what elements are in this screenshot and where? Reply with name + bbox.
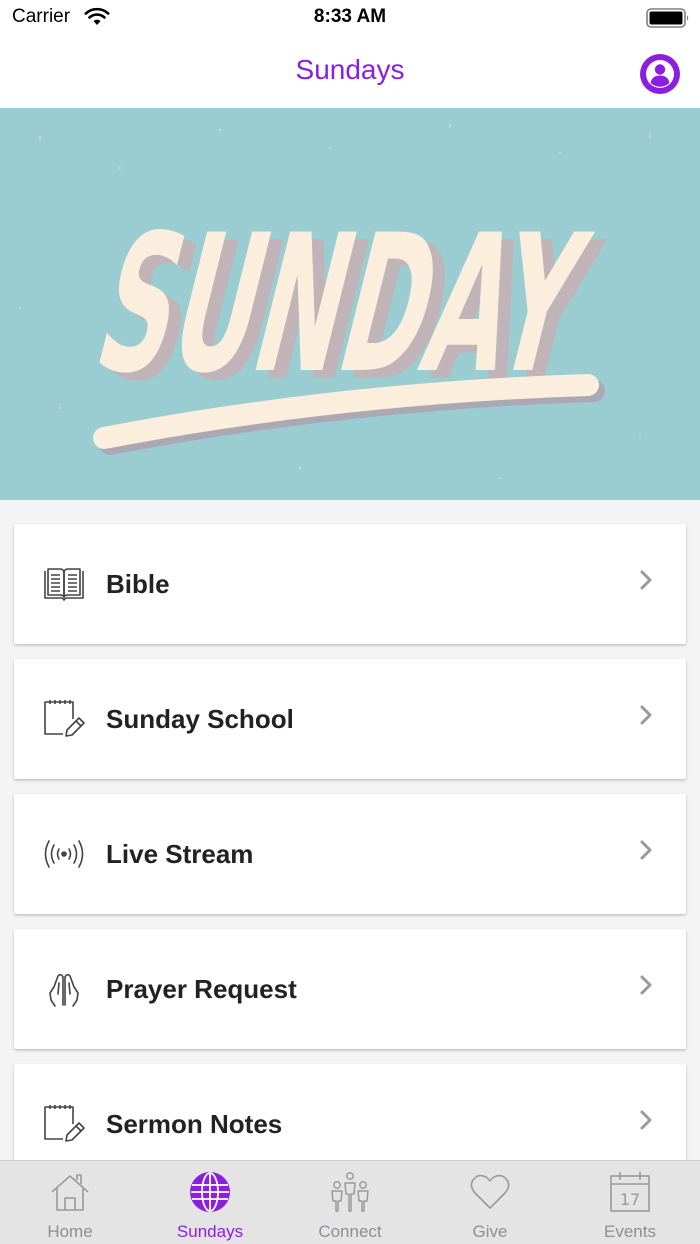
globe-icon bbox=[190, 1172, 230, 1212]
sunday-lettering-artwork: SUNDAY SUNDAY bbox=[19, 124, 652, 479]
tab-label: Home bbox=[47, 1222, 93, 1241]
calendar-day-number: 17 bbox=[620, 1190, 640, 1209]
tab-home[interactable]: Home bbox=[0, 1161, 140, 1244]
status-time: 8:33 AM bbox=[313, 6, 387, 27]
tab-sundays[interactable]: Sundays bbox=[140, 1161, 280, 1244]
tab-label: Connect bbox=[318, 1222, 382, 1241]
tab-give[interactable]: Give bbox=[420, 1161, 560, 1244]
hero-banner: SUNDAY SUNDAY bbox=[0, 108, 700, 500]
broadcast-icon bbox=[44, 840, 84, 868]
menu-item-bible[interactable]: Bible bbox=[14, 524, 686, 644]
praying-hands-icon bbox=[49, 973, 79, 1007]
menu-item-sunday-school[interactable]: Sunday School bbox=[14, 659, 686, 779]
tab-events[interactable]: 17 Events bbox=[560, 1161, 700, 1244]
status-bar: Carrier 8:33 AM bbox=[0, 0, 700, 36]
page-title: Sundays bbox=[295, 54, 405, 85]
open-book-icon bbox=[44, 568, 84, 601]
sundays-screen: Carrier 8:33 AM Sundays SUNDAY SUNDAY Bi… bbox=[0, 0, 700, 1244]
chevron-right-icon bbox=[640, 1110, 652, 1130]
chevron-right-icon bbox=[640, 570, 652, 590]
menu-item-label: Sunday School bbox=[106, 704, 294, 734]
calendar-icon: 17 bbox=[610, 1172, 650, 1212]
house-icon bbox=[51, 1174, 89, 1211]
menu-item-label: Prayer Request bbox=[106, 974, 297, 1004]
menu-list: Bible Sunday School Live Stream Prayer R… bbox=[14, 524, 686, 1199]
menu-item-label: Bible bbox=[106, 569, 170, 599]
chevron-right-icon bbox=[640, 975, 652, 995]
tab-connect[interactable]: Connect bbox=[280, 1161, 420, 1244]
notepad-pencil-icon bbox=[44, 700, 85, 737]
chevron-right-icon bbox=[640, 705, 652, 725]
menu-item-prayer-request[interactable]: Prayer Request bbox=[14, 929, 686, 1049]
profile-button[interactable] bbox=[640, 54, 680, 94]
tab-label: Give bbox=[472, 1222, 508, 1241]
person-circle-icon bbox=[646, 60, 674, 88]
menu-item-live-stream[interactable]: Live Stream bbox=[14, 794, 686, 914]
menu-item-label: Live Stream bbox=[106, 839, 254, 869]
navigation-bar: Sundays bbox=[0, 36, 700, 108]
people-icon bbox=[331, 1172, 369, 1212]
chevron-right-icon bbox=[640, 840, 652, 860]
notepad-pencil-icon bbox=[44, 1105, 85, 1142]
battery-icon bbox=[646, 8, 689, 28]
tab-label: Events bbox=[604, 1222, 656, 1241]
tab-bar: Home Sundays Connect Give 17 Events bbox=[0, 1160, 700, 1244]
tab-label: Sundays bbox=[176, 1222, 244, 1241]
heart-icon bbox=[470, 1174, 510, 1209]
